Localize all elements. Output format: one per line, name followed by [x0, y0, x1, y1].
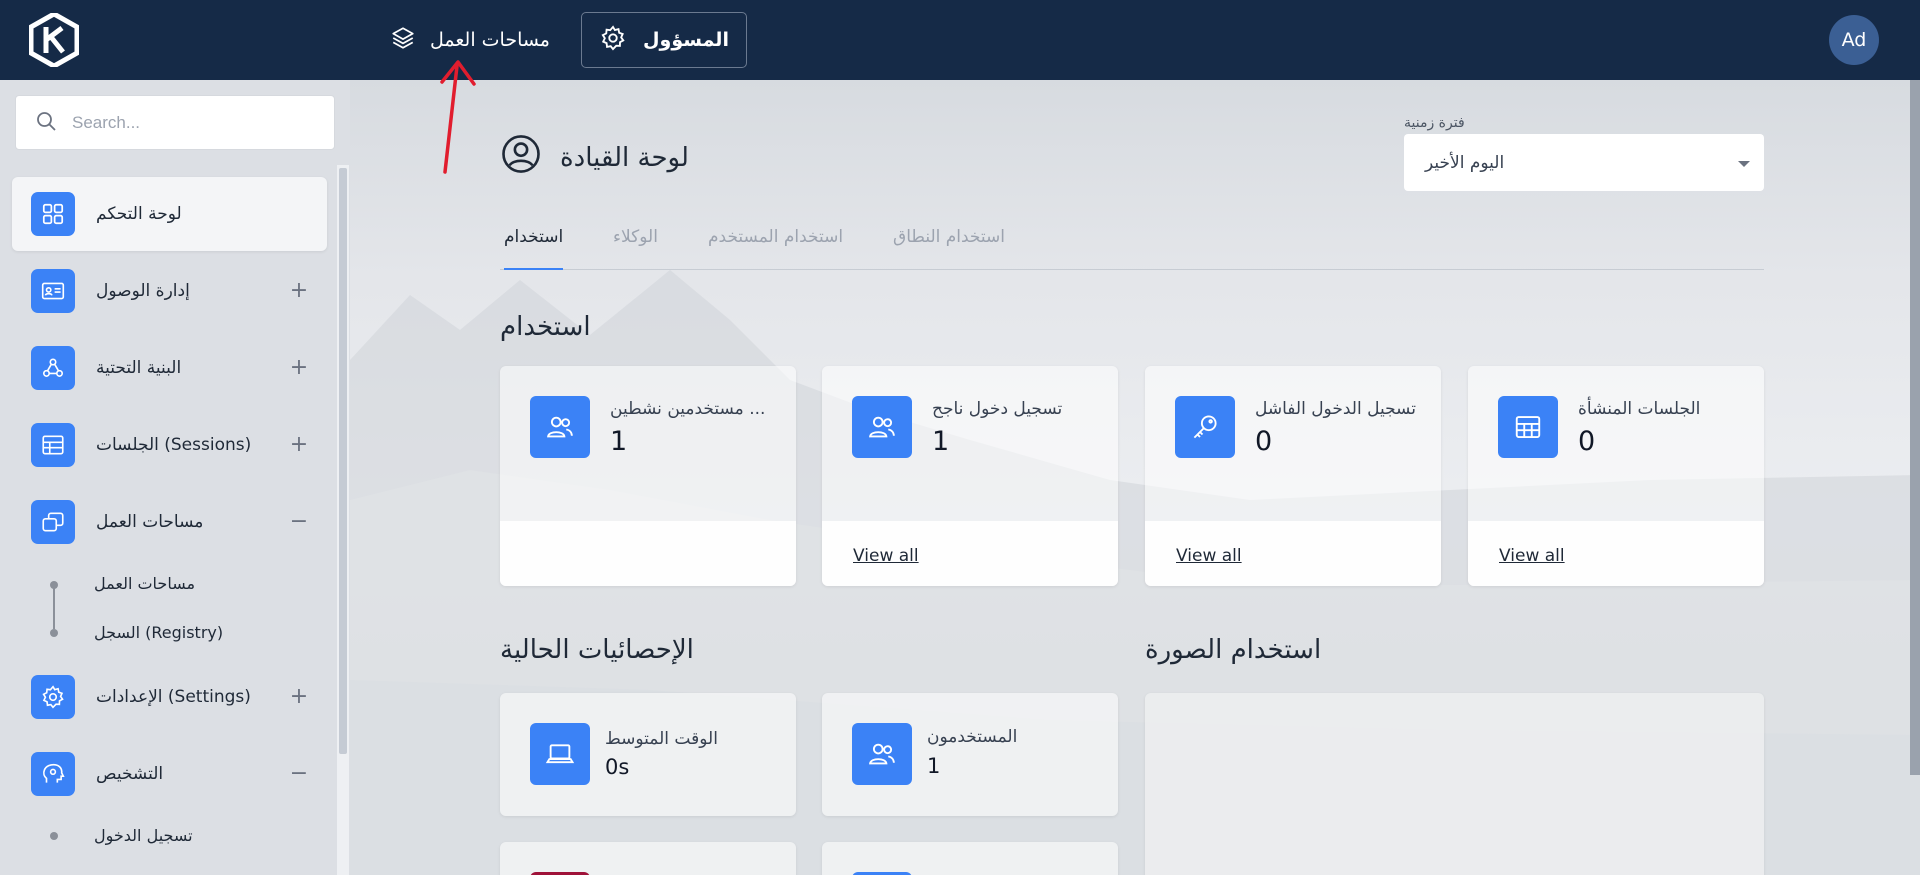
sidebar-item-label: إدارة الوصول: [96, 281, 190, 301]
key-icon: [1175, 396, 1235, 458]
admin-label: المسؤول: [643, 29, 729, 51]
table-icon: [1498, 396, 1558, 458]
card-label: تسجيل دخول ناجح: [932, 399, 1063, 419]
sidebar-subitem-registry[interactable]: السجل (Registry): [94, 623, 223, 642]
page-scrollbar[interactable]: [1910, 80, 1920, 775]
image-usage-title: استخدام الصورة: [1145, 635, 1322, 665]
dropdown-caret-icon: [1738, 161, 1750, 167]
admin-button[interactable]: المسؤول: [581, 12, 747, 68]
sidebar: لوحة التحكم إدارة الوصول + البنية التحتي…: [0, 80, 350, 875]
card-label: تسجيل الدخول الفاشل: [1255, 399, 1416, 419]
head-icon: [31, 752, 75, 796]
sidebar-item-label: التشخيص: [96, 764, 164, 784]
stat-value: 1: [927, 754, 941, 778]
view-all-link[interactable]: View all: [853, 546, 919, 566]
card-successful-logins: تسجيل دخول ناجح 1 View all: [822, 366, 1118, 586]
view-all-link[interactable]: View all: [1499, 546, 1565, 566]
logo-icon[interactable]: [29, 13, 79, 67]
sidebar-item-workspaces[interactable]: مساحات العمل −: [12, 485, 327, 559]
card-value: 0: [1255, 426, 1273, 457]
sidebar-item-label: البنية التحتية: [96, 358, 182, 378]
expand-icon[interactable]: +: [289, 280, 309, 302]
users-icon: [852, 723, 912, 785]
stat-value: 0s: [605, 755, 630, 779]
sidebar-subitem-workspaces[interactable]: مساحات العمل: [94, 574, 195, 593]
card-value: 1: [932, 426, 950, 457]
sidebar-item-sessions[interactable]: الجلسات (Sessions) +: [12, 408, 327, 482]
annotation-arrow-icon: [440, 60, 476, 174]
sidebar-item-label: لوحة التحكم: [96, 204, 182, 224]
sidebar-scrollbar-thumb[interactable]: [339, 168, 347, 754]
current-stats-title: الإحصائيات الحالية: [500, 635, 694, 665]
users-icon: [852, 396, 912, 458]
tab-agents[interactable]: الوكلاء: [613, 222, 658, 270]
search-icon: [34, 109, 72, 137]
tree-line: [53, 585, 55, 629]
tab-bar: استخدام الوكلاء استخدام المستخدم استخدام…: [500, 222, 1764, 270]
stat-label: الوقت المتوسط: [605, 729, 718, 749]
tab-user-usage[interactable]: استخدام المستخدم: [708, 222, 843, 270]
laptop-icon: [530, 723, 590, 785]
view-all-link[interactable]: View all: [1176, 546, 1242, 566]
expand-icon[interactable]: +: [289, 357, 309, 379]
collapse-icon[interactable]: −: [289, 511, 309, 533]
card-label: الجلسات المنشأة: [1578, 399, 1701, 419]
expand-icon[interactable]: +: [289, 434, 309, 456]
grid-icon: [31, 192, 75, 236]
image-usage-panel: [1145, 693, 1764, 875]
top-bar: مساحات العمل المسؤول Ad: [0, 0, 1920, 80]
card-failed-logins: تسجيل الدخول الفاشل 0 View all: [1145, 366, 1441, 586]
tree-dot: [50, 629, 58, 637]
tab-domain-usage[interactable]: استخدام النطاق: [893, 222, 1005, 270]
sidebar-item-label: مساحات العمل: [96, 512, 204, 532]
tree-dot: [50, 832, 58, 840]
table-icon: [31, 423, 75, 467]
sidebar-item-diagnostics[interactable]: التشخيص −: [12, 737, 327, 811]
users-icon: [530, 396, 590, 458]
avatar[interactable]: Ad: [1829, 15, 1879, 65]
card-average-time: الوقت المتوسط 0s: [500, 693, 796, 816]
card-value: 0: [1578, 426, 1596, 457]
sidebar-item-access-management[interactable]: إدارة الوصول +: [12, 254, 327, 328]
card-sessions-created: الجلسات المنشأة 0 View all: [1468, 366, 1764, 586]
card-partial: [822, 842, 1118, 875]
sidebar-item-label: الإعدادات (Settings): [96, 687, 251, 707]
main-content: لوحة القيادة فترة زمنية اليوم الأخير است…: [350, 80, 1920, 875]
webhook-icon: [31, 346, 75, 390]
card-active-users: مستخدمين نشطين ... 1: [500, 366, 796, 586]
sidebar-item-dashboard[interactable]: لوحة التحكم: [12, 177, 327, 251]
card-partial: [500, 842, 796, 875]
card-footer: [500, 521, 796, 586]
tab-usage[interactable]: استخدام: [504, 222, 564, 270]
sidebar-subitem-login[interactable]: تسجيل الدخول: [94, 826, 193, 845]
period-label: فترة زمنية: [1404, 115, 1465, 131]
expand-icon[interactable]: +: [289, 686, 309, 708]
search-input[interactable]: [72, 112, 302, 133]
layers-icon: [390, 25, 416, 56]
page-title-text: لوحة القيادة: [560, 142, 689, 173]
sidebar-item-infrastructure[interactable]: البنية التحتية +: [12, 331, 327, 405]
user-circle-icon: [500, 133, 542, 182]
windows-icon: [31, 500, 75, 544]
collapse-icon[interactable]: −: [289, 763, 309, 785]
id-card-icon: [31, 269, 75, 313]
period-select[interactable]: اليوم الأخير: [1404, 134, 1764, 191]
sidebar-item-settings[interactable]: الإعدادات (Settings) +: [12, 660, 327, 734]
period-value: اليوم الأخير: [1425, 152, 1505, 173]
card-users: المستخدمون 1: [822, 693, 1118, 816]
card-label: مستخدمين نشطين ...: [610, 399, 766, 419]
card-value: 1: [610, 426, 628, 457]
stat-label: المستخدمون: [927, 727, 1018, 747]
search-box[interactable]: [15, 95, 335, 150]
sidebar-item-label: الجلسات (Sessions): [96, 435, 252, 455]
gear-icon: [599, 24, 627, 57]
usage-section-title: استخدام: [500, 312, 591, 342]
gear-icon: [31, 675, 75, 719]
workspaces-menu-label: مساحات العمل: [430, 29, 550, 51]
page-title: لوحة القيادة: [500, 133, 689, 182]
